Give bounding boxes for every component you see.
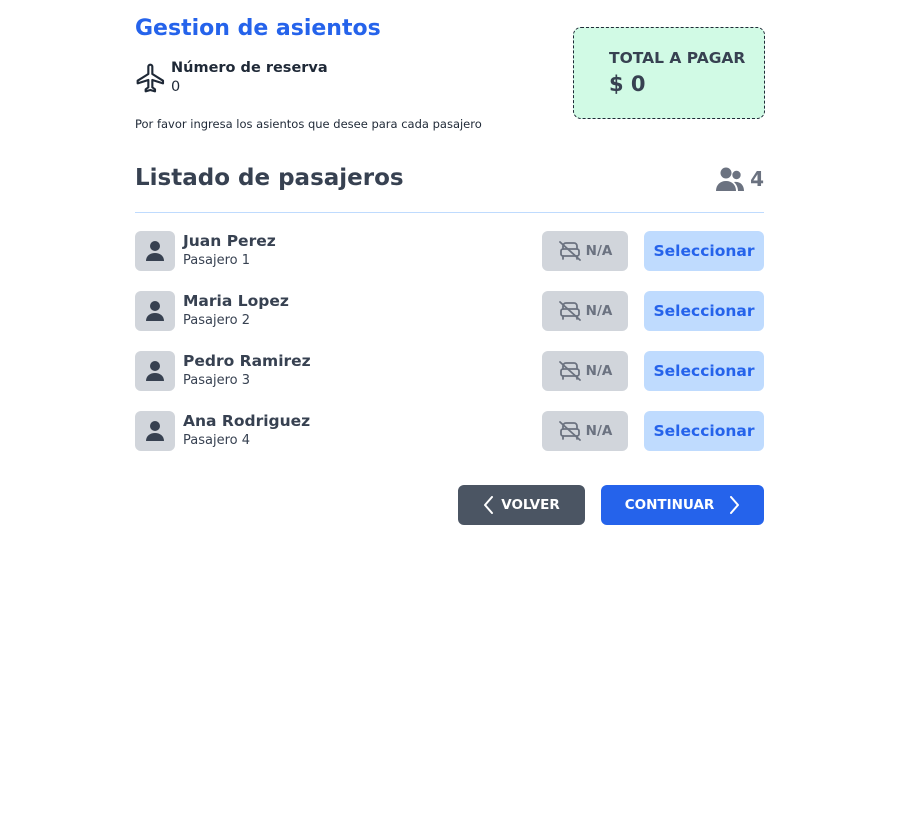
back-button[interactable]: VOLVER: [458, 485, 585, 525]
passenger-row: Pedro Ramirez Pasajero 3 N/A Seleccionar: [135, 351, 764, 391]
seat-value: N/A: [585, 303, 613, 319]
reservation-info: Número de reserva 0: [135, 59, 328, 97]
avatar: [135, 231, 175, 271]
avatar: [135, 291, 175, 331]
passenger-name: Juan Perez: [183, 232, 276, 250]
chevron-right-icon: [730, 496, 740, 514]
avatar: [135, 411, 175, 451]
seat-unavailable-icon: [558, 241, 581, 261]
passenger-row: Juan Perez Pasajero 1 N/A Seleccionar: [135, 231, 764, 271]
select-seat-button[interactable]: Seleccionar: [644, 291, 764, 331]
seat-value: N/A: [585, 363, 613, 379]
passenger-count: 4: [715, 166, 764, 192]
user-icon: [146, 301, 164, 321]
reservation-number-value: 0: [171, 79, 181, 95]
total-value: $ 0: [609, 72, 646, 96]
chevron-left-icon: [484, 496, 494, 514]
total-label: TOTAL A PAGAR: [609, 49, 746, 67]
passenger-label: Pasajero 2: [183, 313, 250, 328]
divider: [135, 212, 764, 213]
users-icon: [716, 167, 745, 191]
continue-button[interactable]: CONTINUAR: [601, 485, 764, 525]
seat-badge: N/A: [542, 231, 628, 271]
select-seat-button[interactable]: Seleccionar: [644, 351, 764, 391]
passenger-label: Pasajero 1: [183, 253, 250, 268]
seat-value: N/A: [585, 423, 613, 439]
passenger-name: Pedro Ramirez: [183, 352, 311, 370]
plane-icon: [136, 63, 165, 93]
select-seat-button[interactable]: Seleccionar: [644, 411, 764, 451]
passenger-label: Pasajero 4: [183, 433, 250, 448]
seat-badge: N/A: [542, 411, 628, 451]
passenger-name: Maria Lopez: [183, 292, 289, 310]
back-button-label: VOLVER: [501, 497, 560, 513]
passenger-count-value: 4: [750, 167, 764, 191]
select-seat-button[interactable]: Seleccionar: [644, 231, 764, 271]
user-icon: [146, 421, 164, 441]
passenger-name: Ana Rodriguez: [183, 412, 311, 430]
avatar: [135, 351, 175, 391]
user-icon: [146, 241, 164, 261]
passenger-row: Maria Lopez Pasajero 2 N/A Seleccionar: [135, 291, 764, 331]
seat-unavailable-icon: [558, 361, 581, 381]
reservation-number-label: Número de reserva: [171, 60, 328, 76]
passenger-row: Ana Rodriguez Pasajero 4 N/A Seleccionar: [135, 411, 764, 451]
seat-value: N/A: [585, 243, 613, 259]
passenger-label: Pasajero 3: [183, 373, 250, 388]
continue-button-label: CONTINUAR: [624, 497, 715, 513]
page-title: Gestion de asientos: [135, 16, 381, 41]
seat-unavailable-icon: [558, 301, 581, 321]
user-icon: [146, 361, 164, 381]
reservation-text: Número de reserva 0: [171, 59, 328, 97]
total-box: TOTAL A PAGAR $ 0: [573, 27, 765, 119]
seat-badge: N/A: [542, 291, 628, 331]
seat-unavailable-icon: [558, 421, 581, 441]
passenger-list-title: Listado de pasajeros: [135, 165, 404, 191]
instructions-text: Por favor ingresa los asientos que desee…: [135, 117, 482, 131]
seat-badge: N/A: [542, 351, 628, 391]
